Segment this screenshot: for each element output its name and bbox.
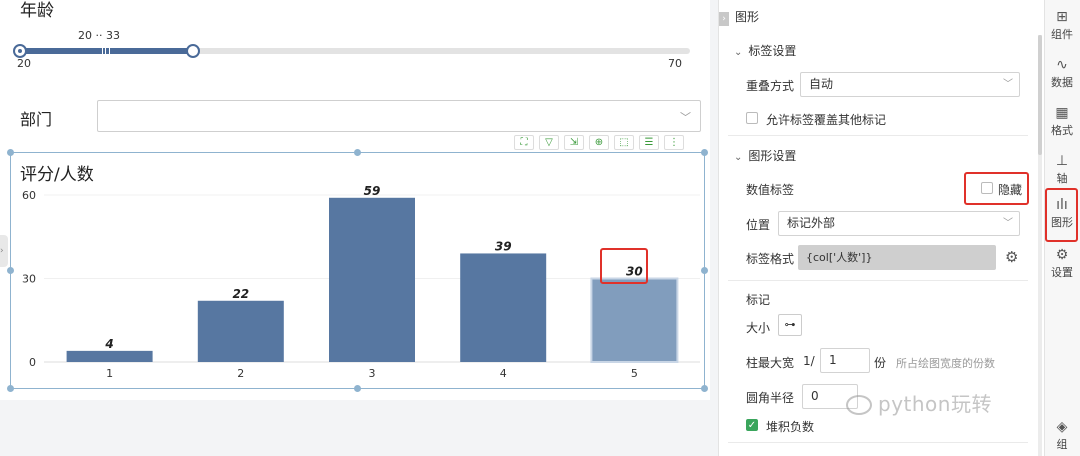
data-label: 59 bbox=[364, 184, 381, 198]
data-label: 22 bbox=[232, 287, 249, 301]
panel-header: › 图形 bbox=[719, 8, 759, 26]
x-tick-label: 4 bbox=[500, 367, 507, 380]
rail-label: 数据 bbox=[1051, 76, 1073, 89]
highlight-box bbox=[600, 248, 648, 284]
bar[interactable] bbox=[197, 300, 284, 362]
divider bbox=[728, 280, 1028, 281]
highlight-box bbox=[964, 172, 1029, 205]
graphic-settings-title: 图形设置 bbox=[748, 149, 797, 163]
rail-item-axis[interactable]: ⊥ 轴 bbox=[1044, 152, 1080, 186]
gear-icon[interactable]: ⚙ bbox=[1005, 248, 1018, 266]
rail-item-layers[interactable]: ◈ 组 bbox=[1044, 418, 1080, 452]
marks-label: 标记 bbox=[746, 293, 771, 307]
caret-down-icon: ⌄ bbox=[734, 152, 743, 163]
rail-item-component[interactable]: ⊞ 组件 bbox=[1044, 8, 1080, 42]
x-tick-label: 1 bbox=[106, 367, 113, 380]
stack-negative-checkbox[interactable]: ✓ bbox=[746, 419, 758, 431]
y-tick-label: 60 bbox=[22, 189, 36, 202]
allow-cover-label: 允许标签覆盖其他标记 bbox=[766, 113, 887, 127]
size-slider-icon[interactable]: ⊶ bbox=[778, 314, 802, 336]
corner-radius-label: 圆角半径 bbox=[746, 391, 795, 405]
wechat-logo-icon bbox=[846, 395, 872, 415]
bar-width-label: 柱最大宽 bbox=[746, 356, 795, 370]
caret-down-icon: ⌄ bbox=[734, 47, 743, 58]
watermark: python玩转 bbox=[846, 388, 992, 417]
highlight-box bbox=[1045, 188, 1078, 242]
bar[interactable] bbox=[590, 277, 679, 363]
allow-cover-checkbox[interactable] bbox=[746, 112, 758, 124]
bar-width-hint: 所占绘图宽度的份数 bbox=[896, 357, 995, 370]
rail-item-format[interactable]: ▦ 格式 bbox=[1044, 104, 1080, 138]
expand-arrow-icon[interactable]: › bbox=[719, 12, 729, 26]
bar-width-input[interactable]: 1 bbox=[820, 348, 870, 373]
graphic-settings-section[interactable]: ⌄ 图形设置 bbox=[734, 147, 796, 164]
bar-chart: 6030041222593394305 bbox=[22, 184, 700, 380]
label-settings-section[interactable]: ⌄ 标签设置 bbox=[734, 42, 796, 59]
stack-negative-label: 堆积负数 bbox=[766, 420, 815, 434]
value-label-title: 数值标签 bbox=[746, 183, 795, 197]
bar[interactable] bbox=[329, 197, 415, 362]
format-label: 标签格式 bbox=[746, 252, 795, 266]
divider bbox=[728, 442, 1028, 443]
app-root: 年龄 20 ·· 33 20 70 部门 ﹀ ⛶ ▽ ⇲ ⊕ ⬚ ☰ ⋮ 评分/… bbox=[0, 0, 1080, 456]
rail-label: 组 bbox=[1056, 438, 1068, 451]
position-select[interactable]: 标记外部 ﹀ bbox=[778, 211, 1020, 236]
watermark-text: python玩转 bbox=[878, 392, 992, 416]
rail-item-data[interactable]: ∿ 数据 bbox=[1044, 56, 1080, 90]
size-label: 大小 bbox=[746, 321, 771, 335]
bar[interactable] bbox=[460, 253, 547, 362]
bar-width-unit: 份 bbox=[874, 356, 887, 370]
position-label: 位置 bbox=[746, 218, 771, 232]
layers-icon: ◈ bbox=[1056, 419, 1068, 435]
x-tick-label: 5 bbox=[631, 367, 638, 380]
format-field[interactable]: {col['人数']} bbox=[798, 245, 996, 270]
rail-label: 轴 bbox=[1056, 172, 1068, 185]
rail-label: 设置 bbox=[1051, 266, 1073, 279]
y-tick-label: 30 bbox=[22, 273, 36, 286]
overlap-select[interactable]: 自动 ﹀ bbox=[800, 72, 1020, 97]
collapse-left-icon[interactable]: › bbox=[0, 235, 8, 267]
bar-width-prefix: 1/ bbox=[803, 354, 815, 368]
chevron-down-icon: ﹀ bbox=[1003, 79, 1013, 90]
data-label: 39 bbox=[495, 239, 512, 253]
settings-icon: ⚙ bbox=[1055, 247, 1069, 263]
data-label: 4 bbox=[104, 337, 113, 351]
label-settings-title: 标签设置 bbox=[748, 44, 797, 58]
bar[interactable] bbox=[66, 350, 153, 362]
dashboard-canvas: 年龄 20 ·· 33 20 70 部门 ﹀ ⛶ ▽ ⇲ ⊕ ⬚ ☰ ⋮ 评分/… bbox=[0, 0, 718, 456]
chevron-down-icon: ﹀ bbox=[1003, 218, 1013, 229]
overlap-label: 重叠方式 bbox=[746, 79, 795, 93]
rail-label: 格式 bbox=[1051, 124, 1073, 137]
y-tick-label: 0 bbox=[29, 356, 36, 369]
rail-item-settings[interactable]: ⚙ 设置 bbox=[1044, 246, 1080, 280]
format-icon: ▦ bbox=[1055, 105, 1069, 121]
position-select-value: 标记外部 bbox=[787, 216, 836, 230]
data-icon: ∿ bbox=[1056, 57, 1068, 73]
axis-icon: ⊥ bbox=[1055, 153, 1069, 169]
overlap-select-value: 自动 bbox=[809, 77, 834, 91]
bar-width-value: 1 bbox=[829, 353, 837, 367]
panel-header-label: 图形 bbox=[735, 10, 760, 24]
rail-label: 组件 bbox=[1051, 28, 1073, 41]
component-icon: ⊞ bbox=[1056, 9, 1068, 25]
corner-radius-value: 0 bbox=[811, 389, 819, 403]
panel-scrollbar-thumb[interactable] bbox=[1038, 35, 1042, 155]
x-tick-label: 3 bbox=[369, 367, 376, 380]
divider bbox=[728, 135, 1028, 136]
x-tick-label: 2 bbox=[237, 367, 244, 380]
